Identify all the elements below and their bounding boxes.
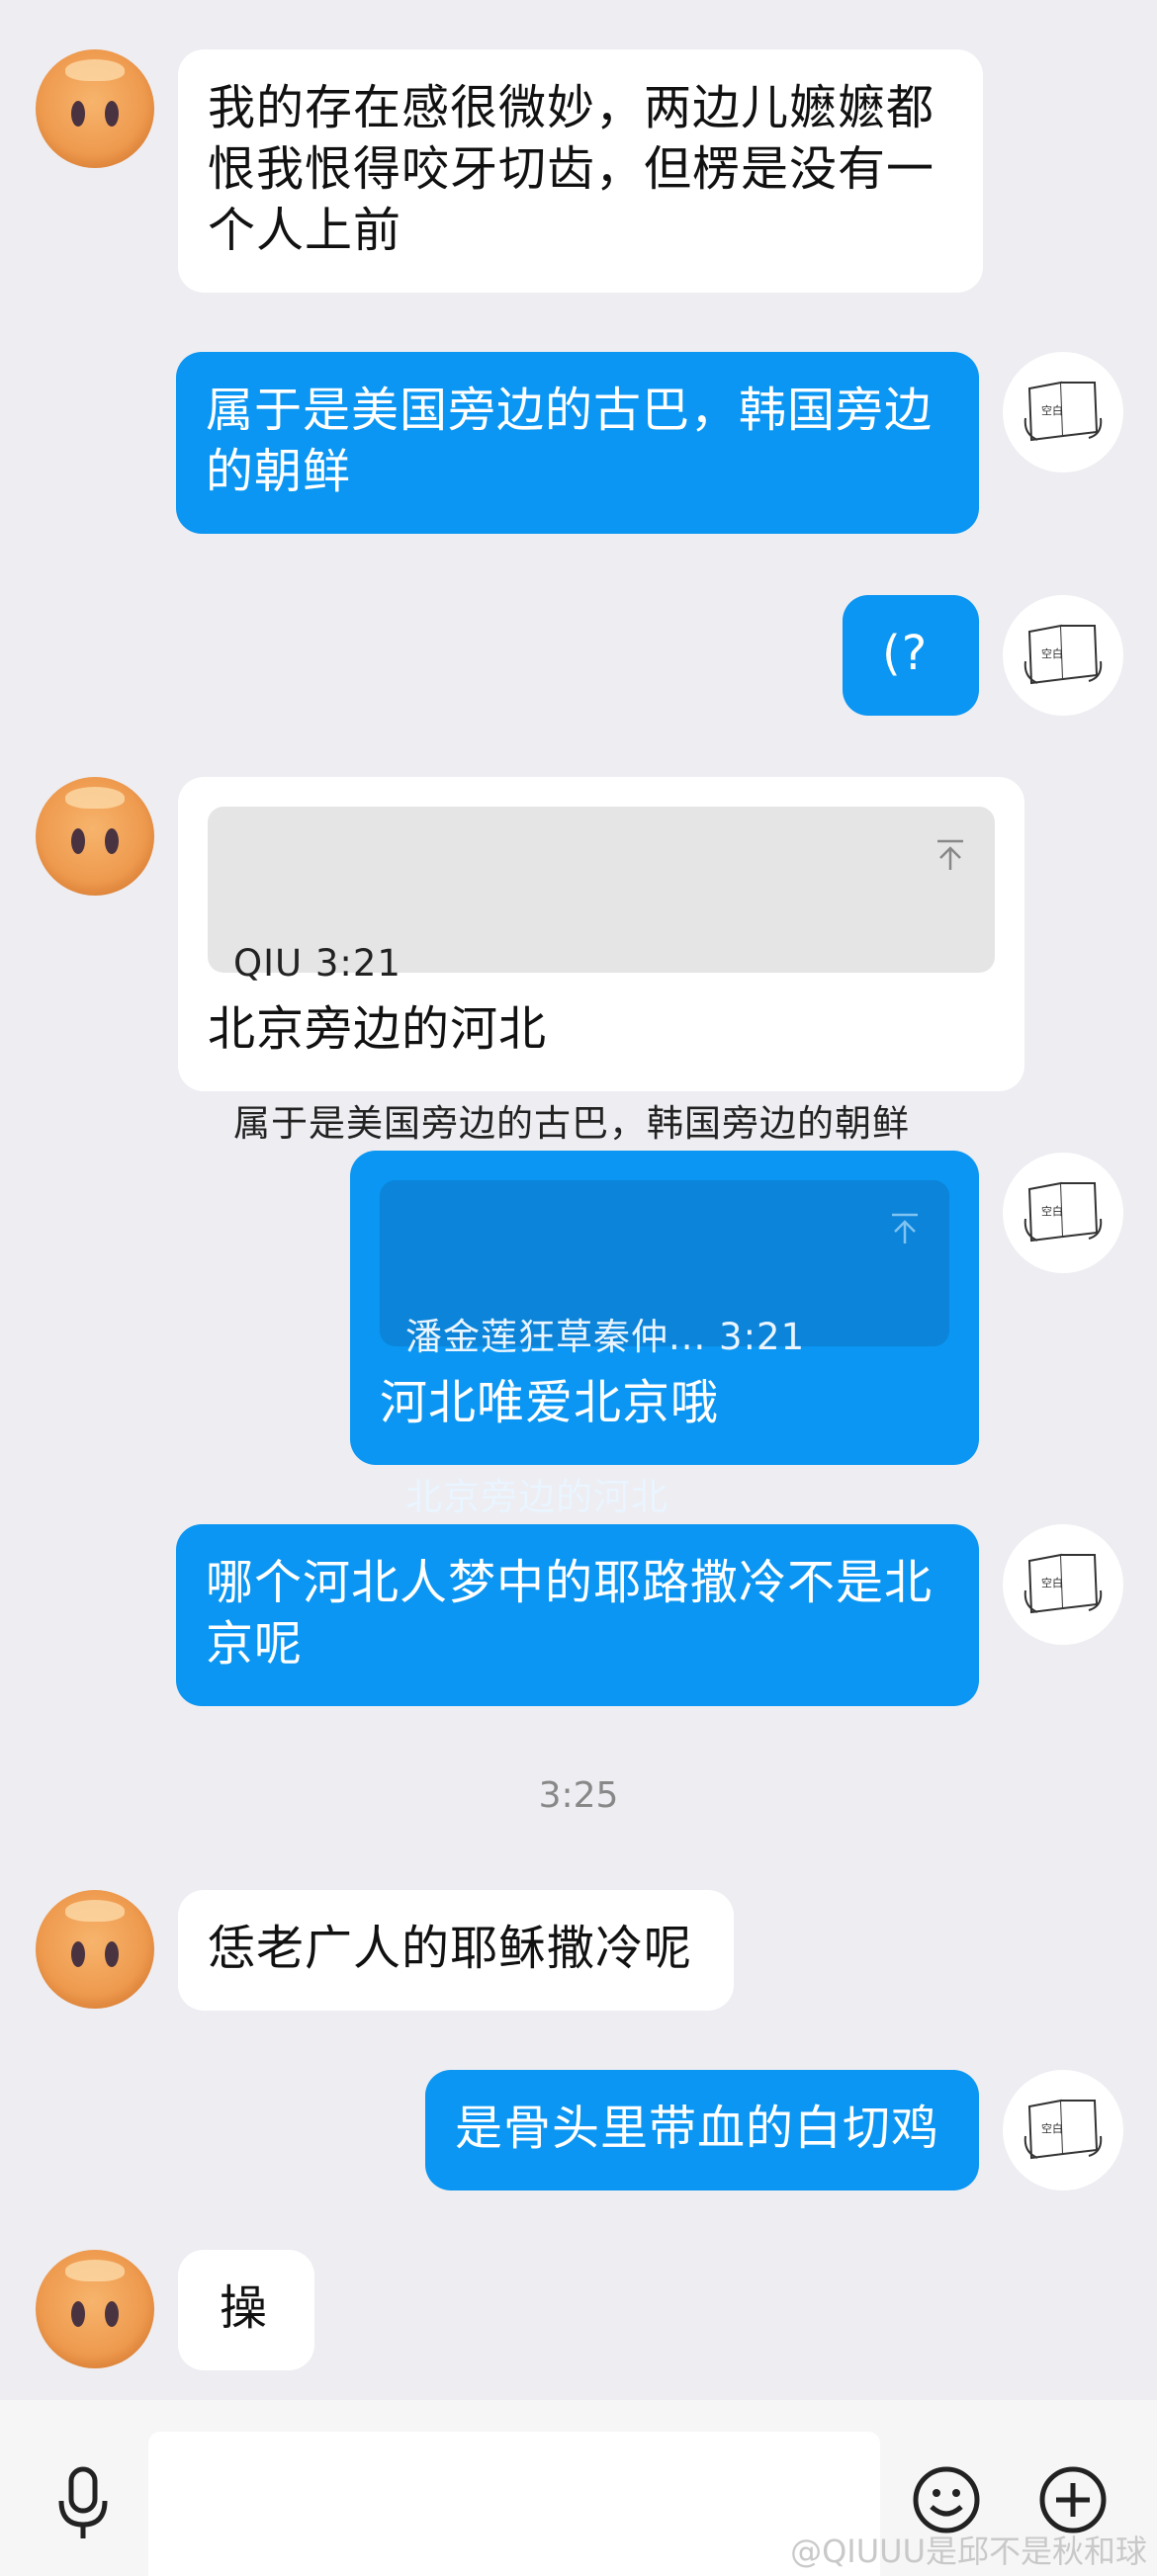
message-bubble-outgoing[interactable]: (? bbox=[843, 595, 979, 716]
message-bubble-incoming[interactable]: 操 bbox=[178, 2250, 314, 2370]
book-icon: 空白 bbox=[1024, 1181, 1103, 1243]
quoted-message[interactable]: QIU 3:21 属于是美国旁边的古巴，韩国旁边的朝鲜 bbox=[208, 807, 995, 1145]
book-icon: 空白 bbox=[1024, 624, 1103, 685]
message-text: 河北唯爱北京哦 bbox=[380, 1375, 720, 1430]
contact-avatar[interactable] bbox=[36, 1890, 154, 2009]
contact-avatar[interactable] bbox=[36, 2250, 154, 2368]
my-avatar[interactable]: 空白 bbox=[1003, 1153, 1123, 1273]
message-text: 北京旁边的河北 bbox=[208, 1001, 548, 1057]
svg-text:空白: 空白 bbox=[1041, 1204, 1063, 1218]
message-bubble-outgoing[interactable]: 潘金莲狂草秦仲... 3:21 北京旁边的河北 河北唯爱北京哦 bbox=[350, 1151, 979, 1518]
message-bubble-outgoing[interactable]: 属于是美国旁边的古巴，韩国旁边 的朝鲜 bbox=[176, 352, 979, 534]
jump-to-quote-icon[interactable] bbox=[934, 838, 967, 872]
jump-to-quote-icon[interactable] bbox=[888, 1212, 922, 1245]
microphone-icon[interactable] bbox=[55, 2465, 111, 2544]
my-avatar[interactable]: 空白 bbox=[1003, 2070, 1123, 2190]
message-bubble-outgoing[interactable]: 是骨头里带血的白切鸡 bbox=[425, 2070, 979, 2190]
svg-text:空白: 空白 bbox=[1041, 1576, 1063, 1589]
svg-text:空白: 空白 bbox=[1041, 403, 1063, 417]
message-bubble-outgoing[interactable]: 哪个河北人梦中的耶路撒冷不是北 京呢 bbox=[176, 1524, 979, 1706]
message-input[interactable] bbox=[148, 2432, 880, 2576]
quote-author-time: 潘金莲狂草秦仲... 3:21 bbox=[405, 1316, 806, 1358]
book-icon: 空白 bbox=[1024, 2099, 1103, 2160]
my-avatar[interactable]: 空白 bbox=[1003, 595, 1123, 716]
svg-text:空白: 空白 bbox=[1041, 2121, 1063, 2135]
chat-area[interactable]: 我的存在感很微妙，两边儿嬷嬷都 恨我恨得咬牙切齿，但楞是没有一 个人上前 空白 … bbox=[0, 0, 1157, 2400]
quoted-message[interactable]: 潘金莲狂草秦仲... 3:21 北京旁边的河北 bbox=[380, 1180, 949, 1518]
watermark: @QIUUU是邱不是秋和球 bbox=[790, 2533, 1147, 2570]
book-icon: 空白 bbox=[1024, 1553, 1103, 1614]
message-bubble-incoming[interactable]: QIU 3:21 属于是美国旁边的古巴，韩国旁边的朝鲜 北京旁边的河北 bbox=[178, 777, 1024, 1145]
smiley-icon[interactable] bbox=[912, 2465, 981, 2534]
contact-avatar[interactable] bbox=[36, 49, 154, 168]
my-avatar[interactable]: 空白 bbox=[1003, 1524, 1123, 1645]
message-bubble-incoming[interactable]: 我的存在感很微妙，两边儿嬷嬷都 恨我恨得咬牙切齿，但楞是没有一 个人上前 bbox=[178, 49, 983, 293]
svg-text:空白: 空白 bbox=[1041, 646, 1063, 660]
my-avatar[interactable]: 空白 bbox=[1003, 352, 1123, 472]
quote-author-time: QIU 3:21 bbox=[233, 942, 401, 985]
plus-circle-icon[interactable] bbox=[1038, 2465, 1108, 2534]
time-divider: 3:25 bbox=[538, 1775, 619, 1816]
contact-avatar[interactable] bbox=[36, 777, 154, 896]
input-bar: @QIUUU是邱不是秋和球 bbox=[0, 2400, 1157, 2576]
quote-text: 属于是美国旁边的古巴，韩国旁边的朝鲜 bbox=[233, 1102, 910, 1145]
quote-text: 北京旁边的河北 bbox=[405, 1476, 668, 1518]
book-icon: 空白 bbox=[1024, 381, 1103, 442]
message-bubble-incoming[interactable]: 恁老广人的耶稣撒冷呢 bbox=[178, 1890, 734, 2011]
